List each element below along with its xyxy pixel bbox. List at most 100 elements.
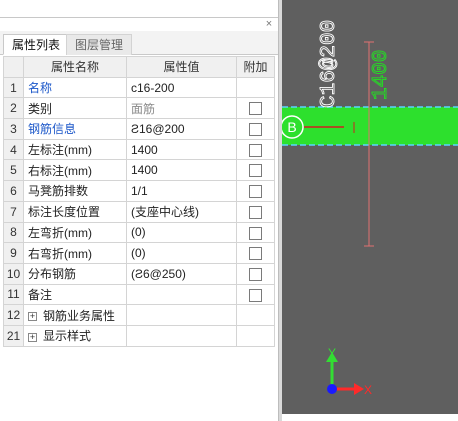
property-row[interactable]: 7 标注长度位置 (支座中心线) [3, 200, 275, 223]
close-icon[interactable]: × [264, 19, 274, 30]
row-number: 21 [3, 324, 24, 347]
property-value[interactable]: 1/1 [126, 180, 237, 202]
column-header-number [3, 56, 24, 78]
column-header-value: 属性值 [126, 56, 237, 78]
property-name: 钢筋信息 [28, 122, 77, 137]
ucs-y-label: Y [328, 346, 336, 360]
ucs-origin [327, 384, 337, 394]
property-name: 显示样式 [43, 329, 92, 344]
row-number: 4 [3, 138, 24, 161]
panel-empty-area [0, 348, 278, 421]
property-row[interactable]: 5 右标注(mm) 1400 [3, 159, 275, 182]
property-value[interactable]: Ƨ16@200 [126, 118, 237, 140]
property-value [126, 304, 237, 326]
attach-checkbox[interactable] [249, 123, 262, 137]
property-name-cell: 名称 [23, 76, 127, 99]
attach-checkbox[interactable] [249, 226, 262, 240]
property-row[interactable]: 1 名称 c16-200 [3, 76, 275, 99]
attach-checkbox[interactable] [249, 267, 262, 281]
extra-cell [236, 304, 275, 326]
column-header-name: 属性名称 [23, 56, 127, 78]
extra-cell [236, 118, 275, 140]
rebar-label: C16@200 [318, 20, 341, 108]
canvas-bottom-strip [282, 414, 458, 421]
property-row[interactable]: 11 备注 [3, 283, 275, 306]
property-name-cell: 类别 [23, 97, 127, 120]
attach-checkbox[interactable] [249, 288, 262, 302]
property-name-cell: 标注长度位置 [23, 200, 127, 223]
property-name-cell: 分布钢筋 [23, 262, 127, 285]
slab-strip[interactable] [282, 107, 458, 145]
property-row[interactable]: 4 左标注(mm) 1400 [3, 138, 275, 161]
property-name: 备注 [28, 287, 53, 302]
attach-checkbox[interactable] [249, 205, 262, 219]
property-name-cell: 右弯折(mm) [23, 242, 127, 264]
extra-cell [236, 324, 275, 347]
property-name: 马凳筋排数 [28, 184, 89, 199]
row-number: 8 [3, 221, 24, 244]
row-number: 10 [3, 262, 24, 285]
row-number: 11 [3, 283, 24, 306]
property-grid: 属性名称 属性值 附加 1 名称 c16-200 2 类别 面筋 3 钢筋信息 Ƨ16@200 4… [3, 56, 275, 347]
drawing-canvas[interactable]: B C16@200 1400 Y X [282, 0, 458, 421]
property-value[interactable]: (Ƨ6@250) [126, 262, 237, 285]
extra-cell [236, 180, 275, 202]
panel-tabbar: 属性列表 图层管理 [0, 31, 278, 55]
property-value[interactable]: (0) [126, 242, 237, 264]
property-value[interactable] [126, 283, 237, 306]
attach-checkbox[interactable] [249, 164, 262, 178]
property-name-cell: 左标注(mm) [23, 138, 127, 161]
property-name: 名称 [28, 81, 53, 96]
property-name-cell: 钢筋信息 [23, 118, 127, 140]
property-row[interactable]: 3 钢筋信息 Ƨ16@200 [3, 118, 275, 140]
property-row[interactable]: 12 + 钢筋业务属性 [3, 304, 275, 326]
property-name-cell: 备注 [23, 283, 127, 306]
extra-cell [236, 138, 275, 161]
property-name: 类别 [28, 101, 53, 116]
column-header-extra: 附加 [236, 56, 275, 78]
row-number: 6 [3, 180, 24, 202]
extra-cell [236, 262, 275, 285]
tab-property-list[interactable]: 属性列表 [3, 34, 70, 55]
property-value[interactable]: 1400 [126, 138, 237, 161]
ucs-x-arrowhead [354, 383, 364, 395]
property-row[interactable]: 6 马凳筋排数 1/1 [3, 180, 275, 202]
property-row[interactable]: 10 分布钢筋 (Ƨ6@250) [3, 262, 275, 285]
ucs-x-label: X [364, 383, 372, 397]
tab-layer-management[interactable]: 图层管理 [66, 34, 133, 55]
row-number: 5 [3, 159, 24, 182]
property-name: 右标注(mm) [28, 163, 92, 178]
expand-plus-icon[interactable]: + [28, 311, 37, 321]
property-row[interactable]: 2 类别 面筋 [3, 97, 275, 120]
property-value[interactable]: 面筋 [126, 97, 237, 120]
attach-checkbox[interactable] [249, 185, 262, 199]
property-row[interactable]: 8 左弯折(mm) (0) [3, 221, 275, 244]
property-name-cell[interactable]: + 显示样式 [23, 324, 127, 347]
row-number: 7 [3, 200, 24, 223]
extra-cell [236, 76, 275, 99]
attach-checkbox[interactable] [249, 102, 262, 116]
property-panel: × 属性列表 图层管理 属性名称 属性值 附加 1 名称 c16-200 2 类别 面筋 3… [0, 0, 278, 421]
property-value[interactable]: c16-200 [126, 76, 237, 99]
property-name-cell[interactable]: + 钢筋业务属性 [23, 304, 127, 326]
property-row[interactable]: 21 + 显示样式 [3, 324, 275, 347]
property-value[interactable]: 1400 [126, 159, 237, 182]
row-number: 12 [3, 304, 24, 326]
property-name-cell: 右标注(mm) [23, 159, 127, 182]
row-number: 2 [3, 97, 24, 120]
extra-cell [236, 159, 275, 182]
property-name-cell: 马凳筋排数 [23, 180, 127, 202]
property-name: 标注长度位置 [28, 205, 101, 220]
property-name: 左标注(mm) [28, 143, 92, 158]
row-number: 3 [3, 118, 24, 140]
property-row[interactable]: 9 右弯折(mm) (0) [3, 242, 275, 264]
attach-checkbox[interactable] [249, 143, 262, 157]
property-name: 右弯折(mm) [28, 246, 92, 261]
extra-cell [236, 242, 275, 264]
expand-plus-icon[interactable]: + [28, 332, 37, 342]
property-value[interactable]: (支座中心线) [126, 200, 237, 223]
row-number: 1 [3, 76, 24, 99]
attach-checkbox[interactable] [249, 247, 262, 261]
property-value[interactable]: (0) [126, 221, 237, 244]
property-name: 分布钢筋 [28, 267, 77, 282]
